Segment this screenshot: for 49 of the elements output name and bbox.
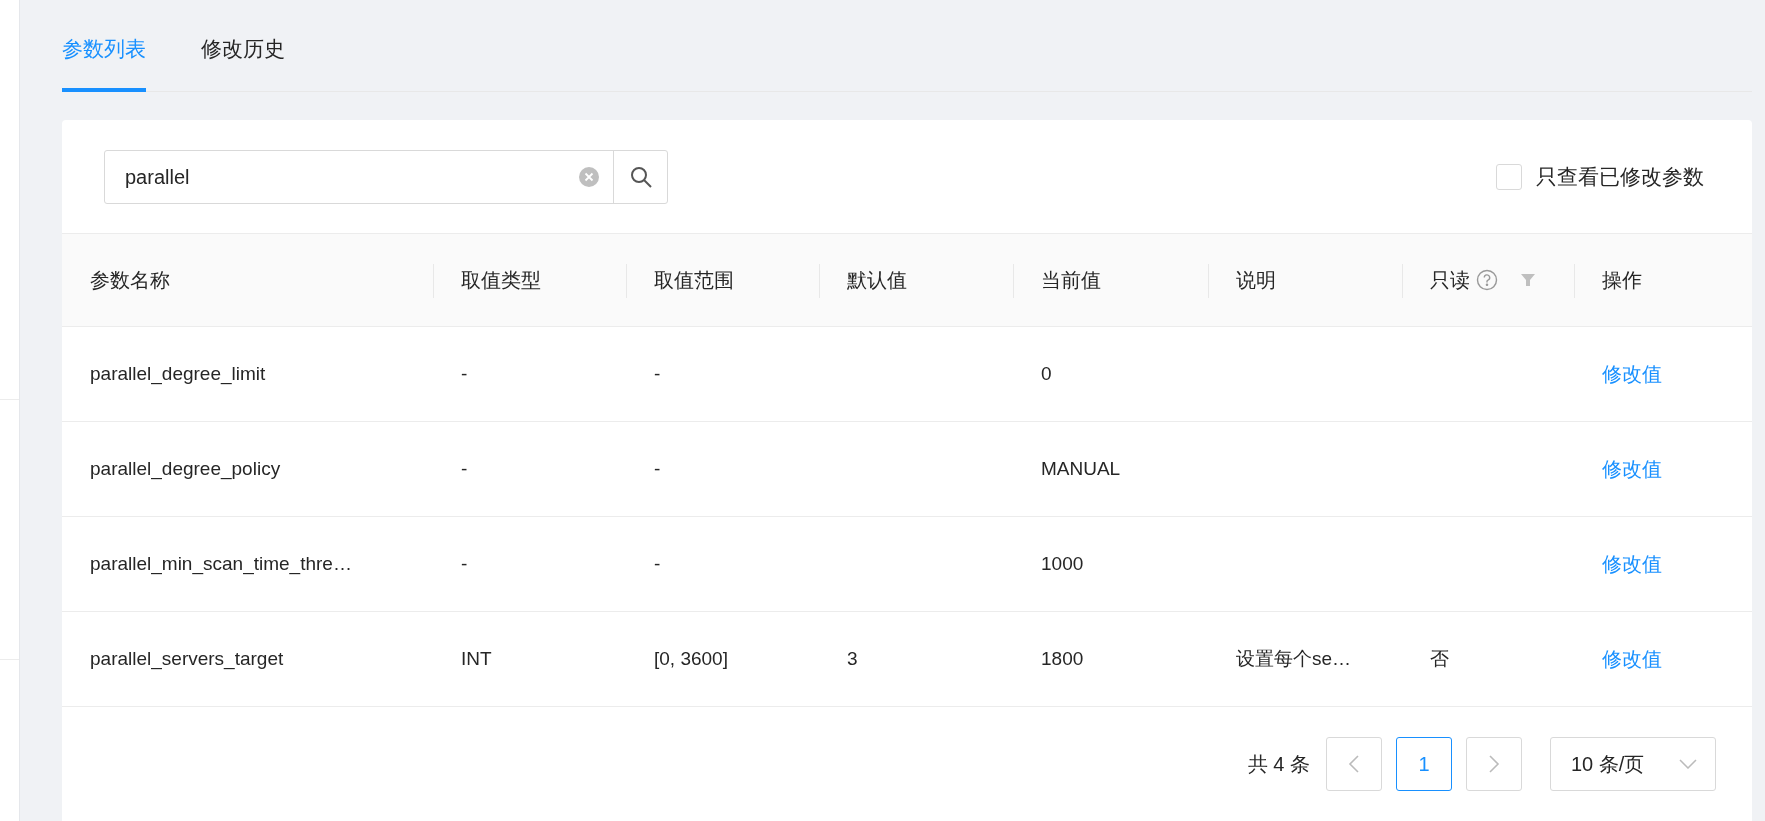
table-cell-text: - [654,361,661,386]
table-cell-text: parallel_min_scan_time_thre… [90,551,352,577]
table-cell-text: 否 [1430,646,1449,671]
table-cell-text: - [461,456,468,481]
column-header: 参数名称 [90,268,170,293]
column-header: 当前值 [1041,268,1101,293]
column-header: 操作 [1602,268,1642,293]
clear-icon[interactable] [579,166,599,187]
table-cell-text: [0, 3600] [654,646,728,671]
column-header: 取值范围 [654,268,734,293]
table-cell-text: 1800 [1041,646,1084,671]
search-field[interactable]: parallel [104,149,668,204]
column-header: 默认值 [847,268,907,293]
chevron-left-icon [1348,754,1360,774]
table-cell-text: 3 [847,646,858,671]
column-header: 只读 [1430,268,1470,293]
previous-page-button[interactable] [1326,737,1382,791]
search-icon [628,164,653,189]
next-page-button[interactable] [1466,737,1522,791]
checkbox-label: 只查看已修改参数 [1536,163,1704,190]
column-header: 取值类型 [461,268,541,293]
tab[interactable]: 参数列表 [62,32,146,92]
table-cell-text: - [461,361,468,386]
table-cell-text: INT [461,646,492,671]
search-input[interactable]: parallel [125,161,579,192]
tab[interactable]: 修改历史 [201,32,285,92]
page-size-select[interactable]: 10 条/页 [1550,737,1716,791]
edit-value-link[interactable]: 修改值 [1602,549,1662,579]
checkbox[interactable] [1496,163,1522,190]
page-button[interactable]: 1 [1396,737,1452,791]
table-cell-text: MANUAL [1041,456,1121,481]
table-cell-text: - [654,551,661,576]
table-cell-text: - [461,551,468,576]
edit-value-link[interactable]: 修改值 [1602,644,1662,674]
table-cell-text: 设置每个se… [1236,646,1352,671]
chevron-down-icon [1679,759,1697,769]
table-cell-text: parallel_servers_target [90,646,284,672]
table-cell-text: 1000 [1041,551,1084,576]
help-icon[interactable] [1476,269,1498,291]
table-cell-text: parallel_degree_policy [90,456,281,482]
filter-icon[interactable] [1520,272,1536,288]
table-cell-text: parallel_degree_limit [90,361,266,387]
table-cell-text: - [654,456,661,481]
table-cell-text: 0 [1041,361,1052,386]
chevron-right-icon [1488,754,1500,774]
edit-value-link[interactable]: 修改值 [1602,454,1662,484]
column-header: 说明 [1236,268,1276,293]
edit-value-link[interactable]: 修改值 [1602,359,1662,389]
total-count: 共 4 条 [1247,752,1310,777]
